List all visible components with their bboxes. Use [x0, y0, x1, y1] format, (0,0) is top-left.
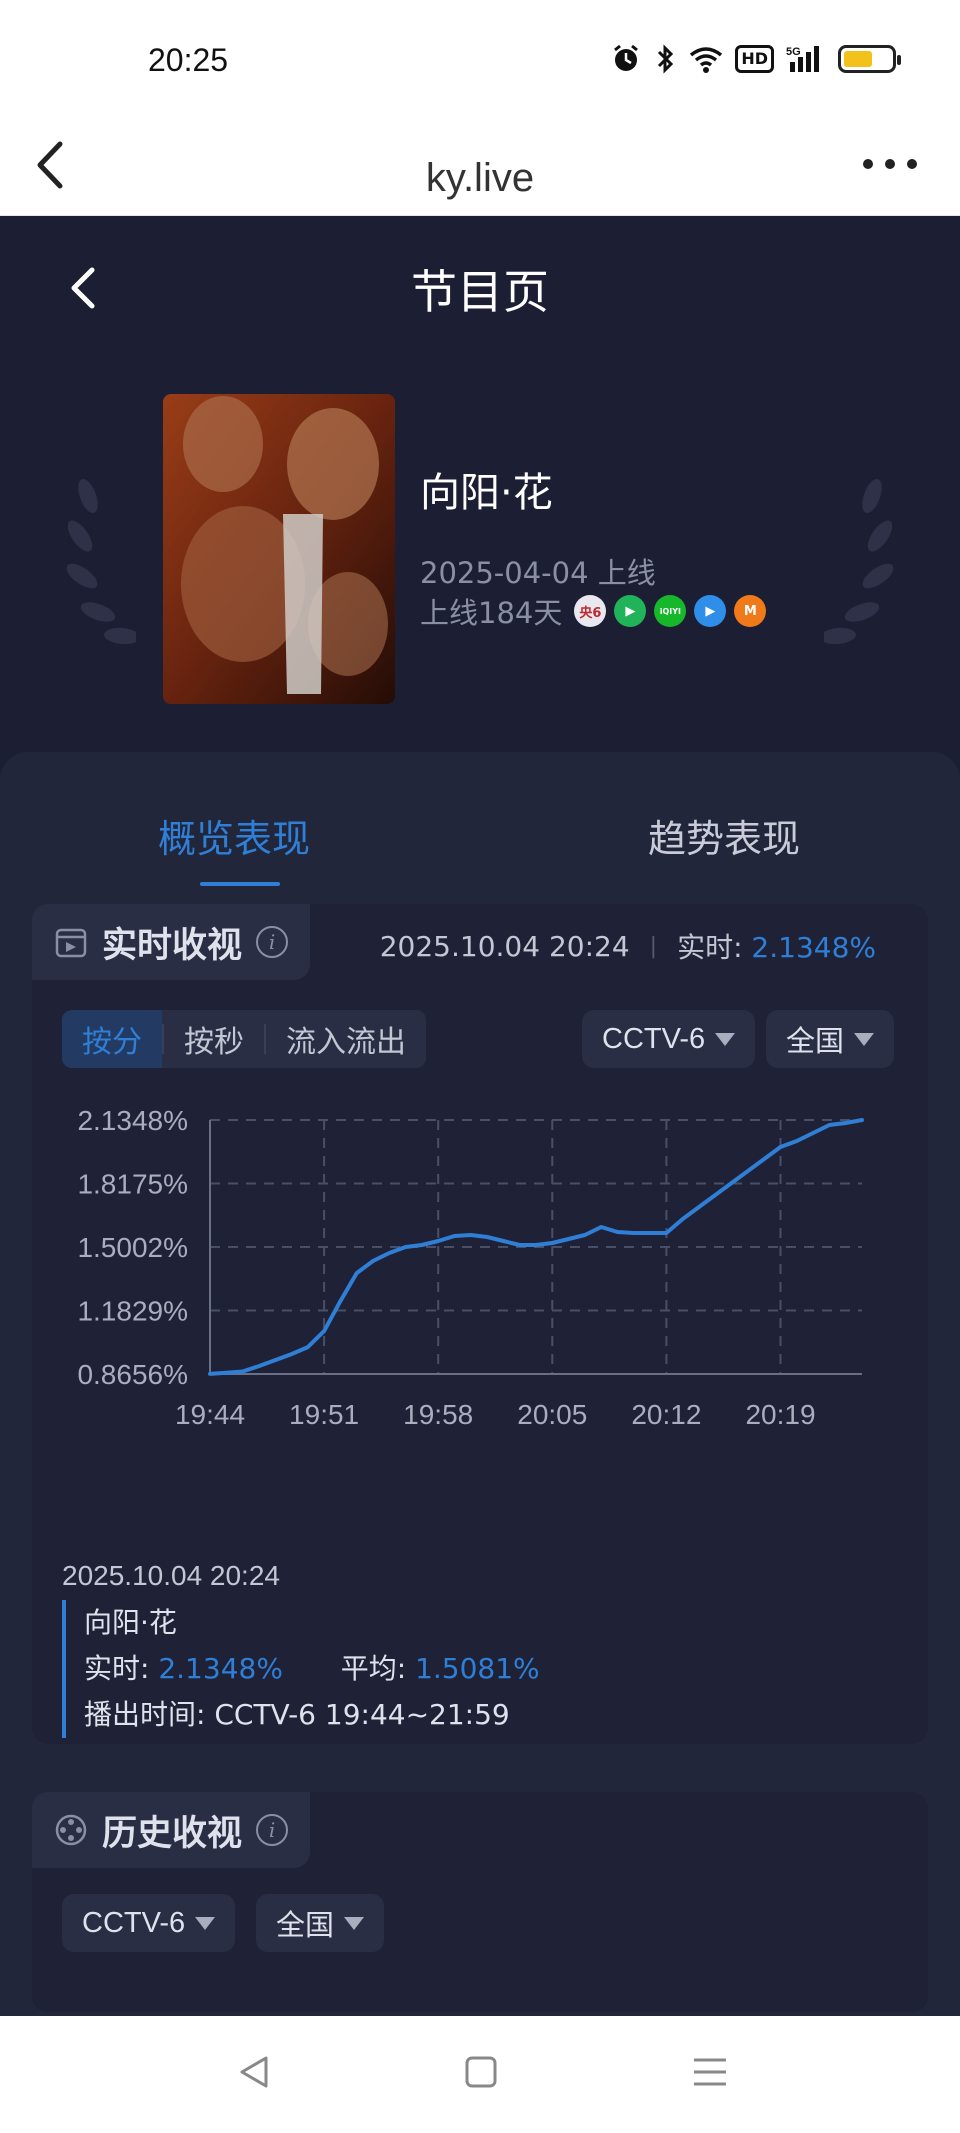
- iqiyi-icon: iQIYI: [654, 595, 687, 627]
- days-online: 上线184天 央6 ▶ iQIYI ▶ M: [420, 590, 767, 632]
- bluetooth-icon: [658, 44, 674, 74]
- x-tick-label: 19:44: [175, 1399, 245, 1430]
- nav-home-icon[interactable]: [463, 2052, 499, 2092]
- laurel-right-icon: [824, 478, 894, 645]
- laurel-left-icon: [66, 478, 136, 645]
- region-dropdown[interactable]: 全国: [766, 1010, 895, 1068]
- realtime-datetime: 2025.10.04 20:24: [379, 929, 630, 963]
- x-tick-label: 19:58: [403, 1399, 473, 1430]
- chevron-down-icon: [854, 1032, 875, 1046]
- granularity-segment: 按分 按秒 流入流出: [62, 1010, 426, 1068]
- history-channel-value: CCTV-6: [82, 1906, 186, 1939]
- tab-active-indicator: [200, 882, 280, 886]
- browser-url-title: ky.live: [425, 156, 535, 200]
- x-tick-label: 20:12: [631, 1399, 701, 1430]
- system-nav-bar: [0, 2016, 960, 2133]
- tooltip-air-value: CCTV-6 19:44~21:59: [214, 1698, 510, 1731]
- tooltip-show-name: 向阳·花: [84, 1606, 177, 1639]
- chevron-down-icon: [195, 1916, 216, 1930]
- alarm-icon: [614, 44, 639, 71]
- status-bar: 20:25 HD 5G: [0, 0, 960, 120]
- film-reel-icon: [55, 1814, 87, 1846]
- channel-dropdown[interactable]: CCTV-6: [582, 1010, 756, 1068]
- realtime-title: 实时收视: [102, 925, 243, 966]
- tab-overview[interactable]: 概览表现: [158, 808, 310, 863]
- history-channel-dropdown[interactable]: CCTV-6: [62, 1894, 236, 1952]
- channel-dropdown-value: CCTV-6: [602, 1022, 706, 1055]
- tab-trend[interactable]: 趋势表现: [648, 808, 800, 863]
- more-options-icon[interactable]: [860, 154, 920, 174]
- x-tick-label: 20:05: [517, 1399, 587, 1430]
- realtime-label: 实时:: [677, 931, 743, 964]
- status-time: 20:25: [148, 42, 229, 78]
- tooltip-rt-label: 实时:: [84, 1652, 150, 1685]
- mode-by-second[interactable]: 按秒: [164, 1010, 264, 1068]
- tooltip-details: 向阳·花 实时: 2.1348% 平均: 1.5081% 播出时间: CCTV-…: [62, 1600, 540, 1738]
- y-tick-label: 1.1829%: [77, 1296, 188, 1327]
- realtime-value-group: 实时: 2.1348%: [677, 926, 876, 966]
- tooltip-air-label: 播出时间:: [84, 1698, 206, 1731]
- tooltip-avg-label: 平均:: [340, 1652, 407, 1685]
- history-title: 历史收视: [102, 1813, 243, 1854]
- show-poster[interactable]: [163, 394, 395, 704]
- y-tick-label: 1.8175%: [77, 1169, 188, 1200]
- tooltip-rt-value: 2.1348%: [158, 1652, 283, 1685]
- svg-text:5G: 5G: [786, 46, 801, 58]
- cctv6-icon: 央6: [574, 595, 607, 627]
- status-icons: HD 5G: [611, 44, 901, 74]
- program-page: 节目页 向阳·花 2025-04-04 上线 上线184天 央6 ▶ iQIYI…: [0, 216, 960, 2016]
- wifi-icon: [690, 47, 723, 73]
- calendar-icon: [55, 928, 87, 958]
- overview-panel: 概览表现 趋势表现 实时收视 i 2025.10.04 20:24 | 实时: …: [0, 752, 960, 2016]
- region-dropdown-value: 全国: [786, 1026, 845, 1058]
- info-icon[interactable]: i: [256, 926, 289, 958]
- hd-badge: HD: [735, 45, 774, 73]
- mode-by-minute[interactable]: 按分: [62, 1010, 162, 1068]
- tooltip-avg-value: 1.5081%: [415, 1652, 540, 1685]
- battery-level: [844, 51, 872, 67]
- y-tick-label: 0.8656%: [77, 1359, 188, 1390]
- mgtv-icon: M: [734, 595, 767, 627]
- y-tick-label: 1.5002%: [77, 1232, 188, 1263]
- x-tick-label: 20:19: [745, 1399, 815, 1430]
- browser-bar: ky.live: [0, 120, 960, 216]
- show-title: 向阳·花: [420, 470, 553, 516]
- youku-icon: ▶: [694, 595, 727, 627]
- history-region-value: 全国: [276, 1910, 335, 1942]
- tencent-video-icon: ▶: [614, 595, 647, 627]
- tooltip-values: 实时: 2.1348% 平均: 1.5081%: [84, 1646, 540, 1692]
- tooltip-datetime: 2025.10.04 20:24: [62, 1560, 280, 1591]
- platform-icons: 央6 ▶ iQIYI ▶ M: [574, 595, 767, 627]
- days-online-text: 上线184天: [420, 596, 563, 630]
- realtime-value: 2.1348%: [751, 931, 876, 964]
- tooltip-airtime: 播出时间: CCTV-6 19:44~21:59: [84, 1692, 540, 1738]
- y-tick-label: 2.1348%: [77, 1105, 188, 1136]
- info-icon[interactable]: i: [256, 1814, 289, 1846]
- cellular-signal-icon: 5G: [786, 46, 819, 72]
- realtime-meta: 2025.10.04 20:24 | 实时: 2.1348%: [380, 926, 876, 966]
- realtime-line-chart[interactable]: 2.1348% 1.8175% 1.5002% 1.1829% 0.8656% 19:44…: [32, 1090, 928, 1510]
- battery-icon: [838, 45, 901, 73]
- history-region-dropdown[interactable]: 全国: [256, 1894, 385, 1952]
- meta-divider: |: [649, 933, 658, 959]
- realtime-ratings-card: 实时收视 i 2025.10.04 20:24 | 实时: 2.1348% 按分…: [32, 904, 928, 1744]
- realtime-card-header: 实时收视 i: [32, 904, 311, 980]
- history-ratings-card: 历史收视 i CCTV-6 全国: [32, 1792, 928, 2012]
- nav-menu-icon[interactable]: [692, 2052, 728, 2092]
- history-card-header: 历史收视 i: [32, 1792, 311, 1868]
- release-date: 2025-04-04 上线: [420, 556, 656, 590]
- chevron-down-icon: [344, 1916, 365, 1930]
- mode-inflow-outflow[interactable]: 流入流出: [266, 1010, 426, 1068]
- page-title: 节目页: [411, 265, 549, 319]
- x-tick-label: 19:51: [289, 1399, 359, 1430]
- chevron-down-icon: [715, 1032, 736, 1046]
- nav-back-icon[interactable]: [236, 2052, 272, 2092]
